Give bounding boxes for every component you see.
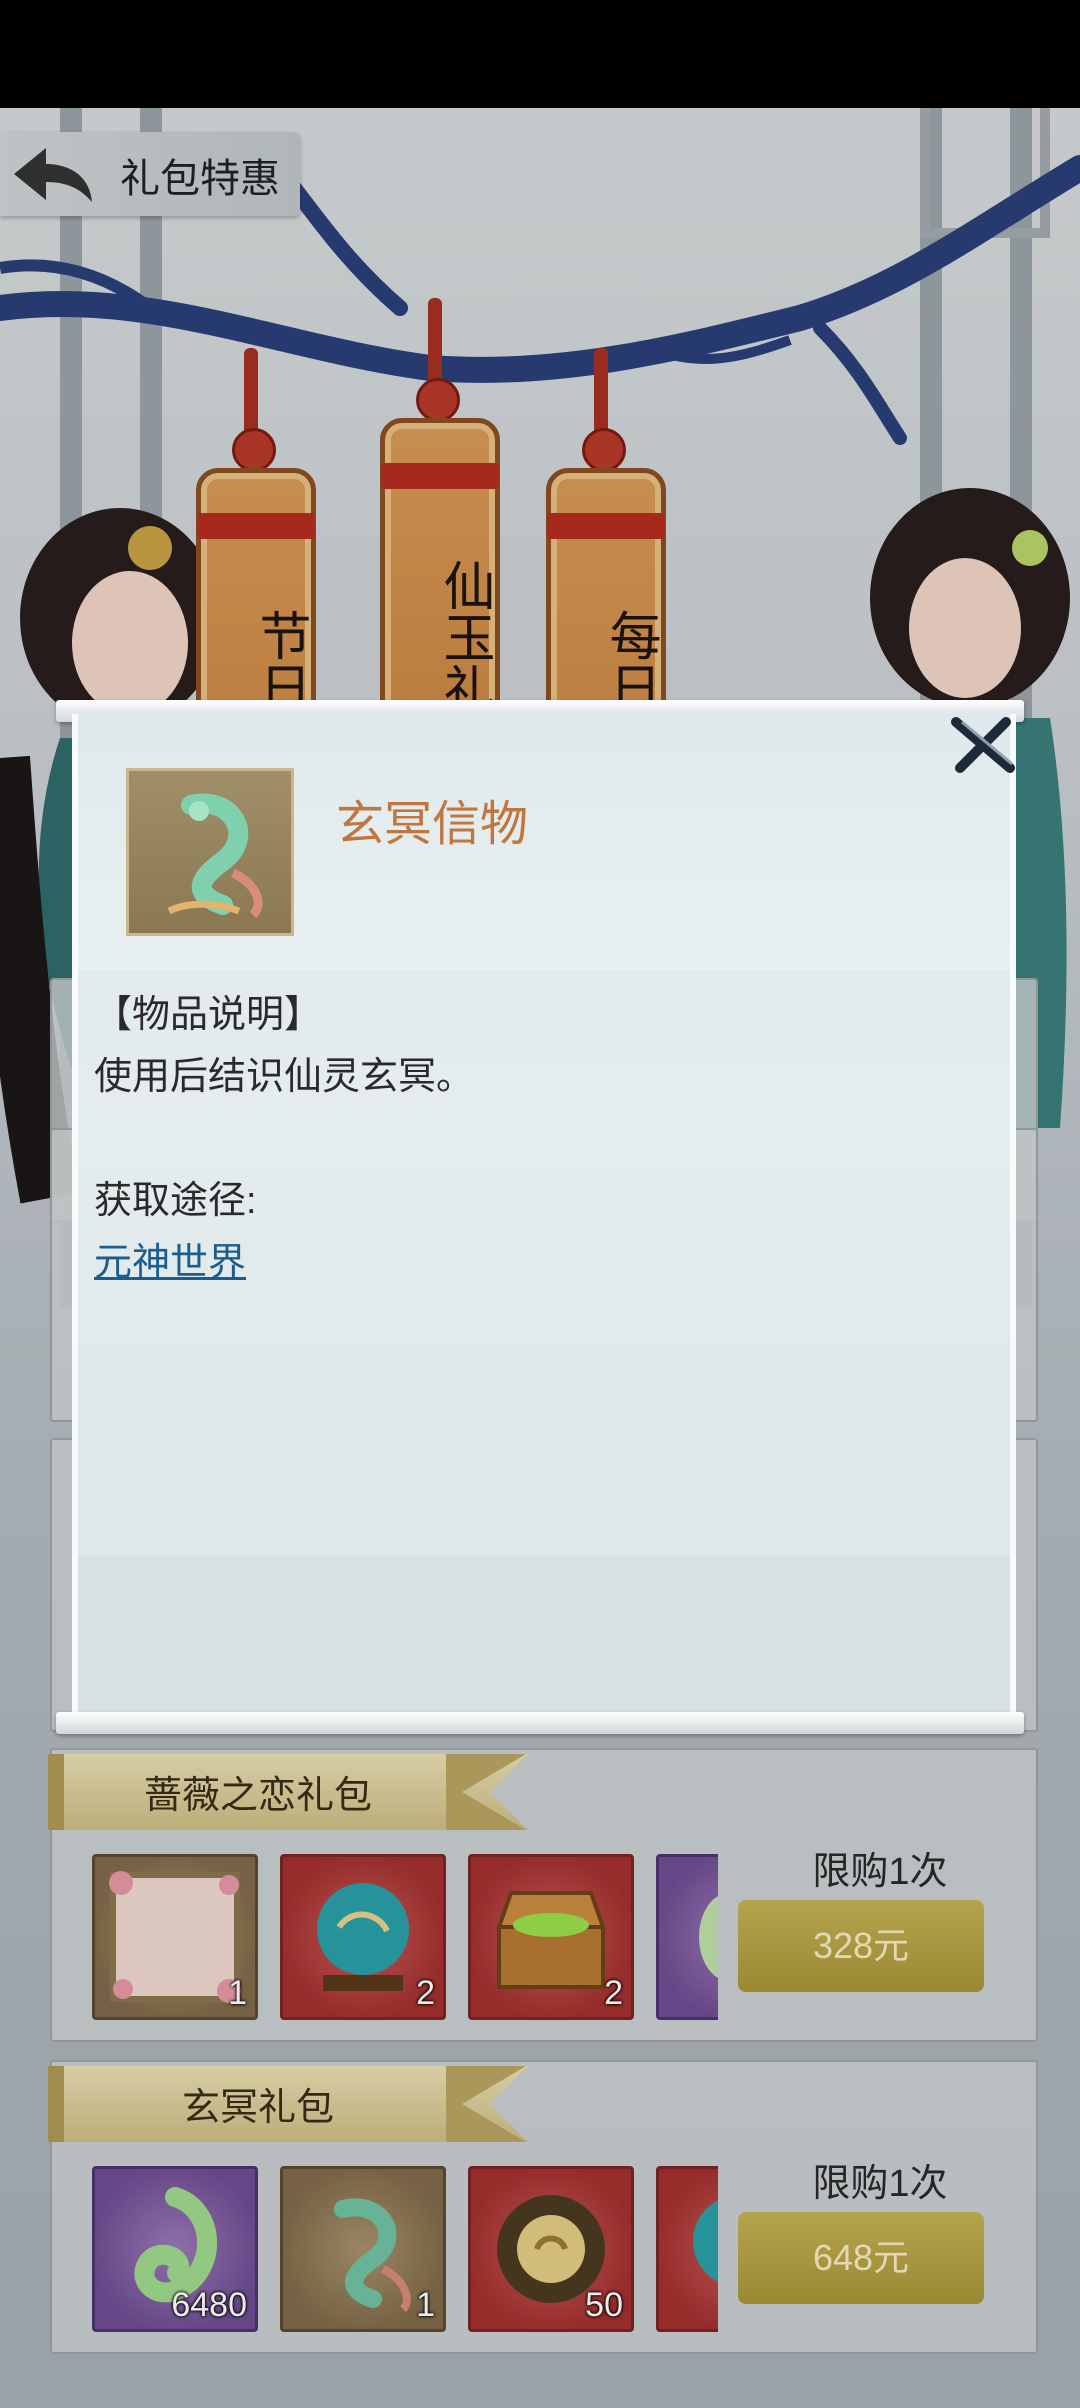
item-detail-dialog: 玄冥信物 【物品说明】 使用后结识仙灵玄冥。 获取途径: 元神世界 (72, 714, 1016, 1712)
jade-dragon-icon (167, 793, 263, 919)
source-label: 获取途径: (94, 1180, 257, 1222)
status-bar (0, 0, 1080, 108)
item-description: 【物品说明】 使用后结识仙灵玄冥。 获取途径: 元神世界 (94, 984, 974, 1294)
scroll-rod-bottom (56, 1712, 1024, 1734)
item-icon-frame (126, 768, 294, 936)
close-icon[interactable] (946, 714, 1024, 776)
item-name: 玄冥信物 (336, 798, 529, 851)
dialog-footer (78, 1556, 1010, 1712)
source-link[interactable]: 元神世界 (94, 1242, 246, 1284)
description-heading: 【物品说明】 (94, 994, 323, 1036)
description-text: 使用后结识仙灵玄冥。 (94, 1056, 475, 1098)
